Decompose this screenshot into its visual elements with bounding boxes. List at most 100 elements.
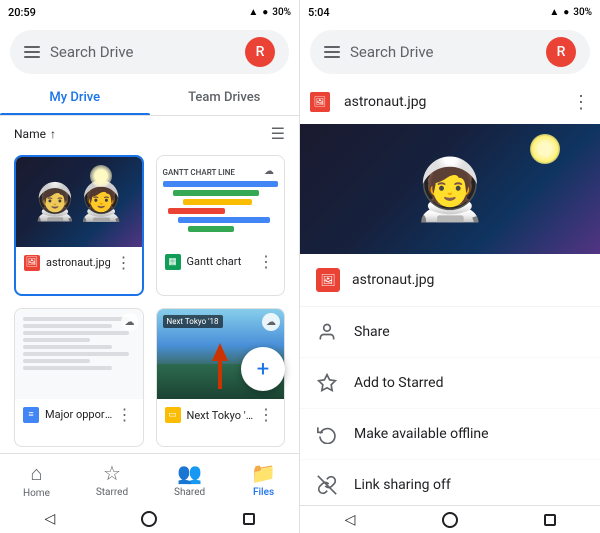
- recent-icon-right: [544, 514, 556, 526]
- sort-arrow-icon: ↑: [50, 127, 56, 141]
- status-icons-left: ▲ ● 30%: [248, 7, 291, 18]
- link-sharing-icon: [316, 474, 338, 496]
- thumbnail-astronaut: 🧑‍🚀: [16, 157, 142, 247]
- sun-graphic: [530, 134, 560, 164]
- share-icon: [316, 321, 338, 343]
- back-button[interactable]: ◁: [40, 509, 60, 529]
- gantt-chart-preview: GANTT CHART LINE: [163, 168, 279, 235]
- file-card-astronaut[interactable]: 🧑‍🚀 🖼 astronaut.jpg ⋮: [14, 155, 144, 296]
- fab-plus-icon: +: [257, 357, 269, 382]
- hamburger-icon-right[interactable]: [324, 46, 340, 58]
- star-icon: [316, 372, 338, 394]
- hamburger-icon[interactable]: [24, 46, 40, 58]
- file-type-icon-astronaut: 🖼: [24, 255, 40, 271]
- menu-item-link-sharing[interactable]: Link sharing off: [300, 460, 600, 505]
- search-bar-left[interactable]: Search Drive R: [10, 30, 289, 74]
- status-bar-left: 20:59 ▲ ● 30%: [0, 0, 299, 24]
- nav-starred[interactable]: ☆ Starred: [96, 461, 128, 498]
- time-right: 5:04: [308, 6, 330, 19]
- file-type-icon-tokyo: ▭: [165, 407, 181, 423]
- thumbnail-major-opportunity: ☁: [15, 309, 143, 399]
- header-filename: astronaut.jpg: [344, 94, 564, 110]
- file-menu-doc[interactable]: ⋮: [115, 405, 135, 424]
- system-nav-right: ◁: [300, 505, 600, 533]
- file-info-tokyo: ▭ Next Tokyo '18 提案 | Co... ⋮: [157, 399, 285, 430]
- cloud-icon-gantt: ☁: [260, 162, 278, 180]
- offline-icon: [316, 423, 338, 445]
- system-nav-left: ◁: [0, 505, 299, 533]
- file-name-major-opportunity: Major opportunity ...: [45, 408, 115, 421]
- status-bar-right: 5:04 ▲ ● 30%: [300, 0, 600, 24]
- file-name-tokyo: Next Tokyo '18 提案 | Co...: [187, 407, 257, 423]
- file-name-gantt: Gantt chart: [187, 255, 257, 268]
- starred-label-right: Add to Starred: [354, 375, 443, 391]
- menu-file-header: 🖼 astronaut.jpg: [300, 254, 600, 307]
- home-icon: ⌂: [30, 461, 42, 486]
- right-panel: 5:04 ▲ ● 30% Search Drive R 🖼 astronaut.…: [300, 0, 600, 533]
- search-input-left[interactable]: Search Drive: [50, 43, 235, 61]
- tab-team-drives[interactable]: Team Drives: [150, 80, 300, 115]
- avatar-right[interactable]: R: [546, 37, 576, 67]
- sort-bar: Name ↑ ☰: [0, 116, 299, 149]
- home-button[interactable]: [139, 509, 159, 529]
- tokyo-label: Next Tokyo '18: [163, 315, 223, 328]
- bottom-nav: ⌂ Home ☆ Starred 👥 Shared 📁 Files: [0, 453, 299, 505]
- file-name-astronaut: astronaut.jpg: [46, 256, 114, 269]
- starred-label: Starred: [96, 487, 128, 498]
- tabs: My Drive Team Drives: [0, 80, 299, 116]
- search-input-right[interactable]: Search Drive: [350, 43, 536, 61]
- files-grid: 🧑‍🚀 🖼 astronaut.jpg ⋮ GANTT CHART LINE: [0, 149, 299, 453]
- search-bar-right[interactable]: Search Drive R: [310, 30, 590, 74]
- header-file-icon: 🖼: [310, 92, 330, 112]
- home-system-icon: [141, 511, 157, 527]
- sort-controls[interactable]: Name ↑: [14, 127, 56, 141]
- menu-item-offline[interactable]: Make available offline: [300, 409, 600, 460]
- file-menu-gantt[interactable]: ⋮: [256, 252, 276, 271]
- sort-label: Name: [14, 127, 46, 141]
- starred-icon: ☆: [103, 461, 121, 485]
- left-panel: 20:59 ▲ ● 30% Search Drive R My Drive Te…: [0, 0, 300, 533]
- fab-button[interactable]: +: [241, 347, 285, 391]
- offline-label: Make available offline: [354, 426, 489, 442]
- tab-my-drive[interactable]: My Drive: [0, 80, 150, 115]
- context-menu: 🖼 astronaut.jpg Share Add to Starred: [300, 254, 600, 505]
- file-menu-tokyo[interactable]: ⋮: [256, 405, 276, 424]
- status-icons-right: ▲ ● 30%: [549, 7, 592, 18]
- nav-files[interactable]: 📁 Files: [251, 461, 276, 498]
- avatar-left[interactable]: R: [245, 37, 275, 67]
- file-menu-astronaut[interactable]: ⋮: [114, 253, 134, 272]
- nav-shared[interactable]: 👥 Shared: [174, 461, 205, 498]
- back-icon: ◁: [44, 511, 55, 527]
- back-button-right[interactable]: ◁: [340, 510, 360, 530]
- file-preview: 🧑‍🚀: [300, 124, 600, 254]
- time-left: 20:59: [8, 6, 36, 19]
- shared-icon: 👥: [177, 461, 202, 485]
- back-icon-right: ◁: [345, 512, 356, 528]
- header-menu-button[interactable]: ⋮: [572, 92, 590, 113]
- menu-item-share[interactable]: Share: [300, 307, 600, 358]
- home-label: Home: [23, 488, 50, 499]
- file-info-major-opportunity: ≡ Major opportunity ... ⋮: [15, 399, 143, 430]
- files-label: Files: [253, 487, 274, 498]
- link-sharing-label: Link sharing off: [354, 477, 451, 493]
- thumbnail-gantt: GANTT CHART LINE ☁: [157, 156, 285, 246]
- files-icon: 📁: [251, 461, 276, 485]
- file-type-icon-gantt: ▦: [165, 254, 181, 270]
- menu-item-starred[interactable]: Add to Starred: [300, 358, 600, 409]
- file-card-major-opportunity[interactable]: ☁ ≡ Major opportunity ... ⋮: [14, 308, 144, 447]
- file-card-gantt[interactable]: GANTT CHART LINE ☁ ▦ Gantt chart ⋮: [156, 155, 286, 296]
- share-label: Share: [354, 324, 390, 340]
- home-button-right[interactable]: [440, 510, 460, 530]
- recent-button[interactable]: [239, 509, 259, 529]
- recent-button-right[interactable]: [540, 510, 560, 530]
- grid-view-icon[interactable]: ☰: [271, 124, 285, 143]
- cloud-icon-doc: ☁: [121, 313, 139, 331]
- file-header-bar: 🖼 astronaut.jpg ⋮: [300, 80, 600, 124]
- file-type-icon-doc: ≡: [23, 407, 39, 423]
- nav-home[interactable]: ⌂ Home: [23, 461, 50, 499]
- astronaut-graphic: 🧑‍🚀: [413, 154, 488, 225]
- recent-icon: [243, 513, 255, 525]
- menu-file-name: astronaut.jpg: [352, 272, 434, 288]
- shared-label: Shared: [174, 487, 205, 498]
- menu-file-icon: 🖼: [316, 268, 340, 292]
